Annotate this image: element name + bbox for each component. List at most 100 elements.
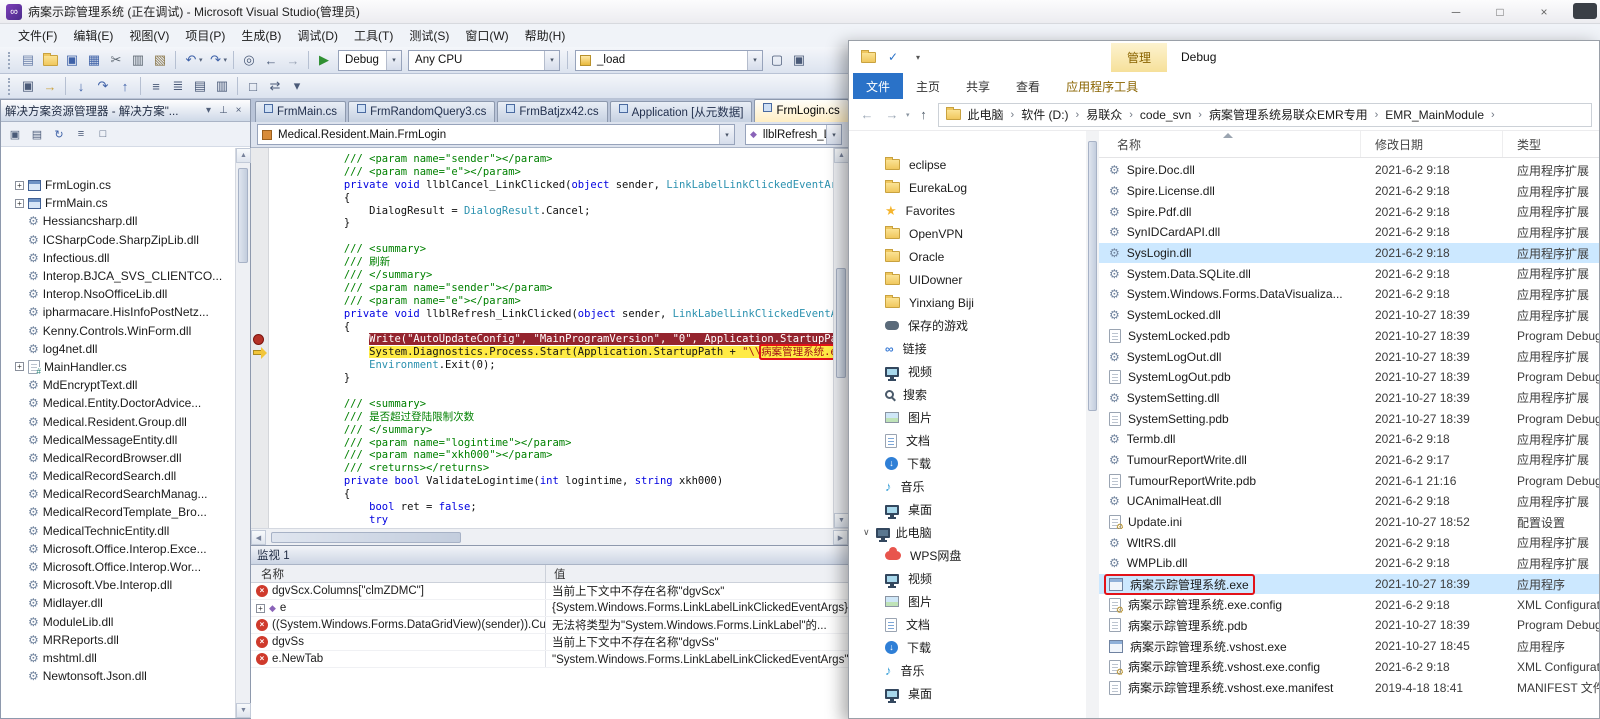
solution-tree-item[interactable]: ⚙ MedicalRecordSearchManag...	[1, 485, 235, 503]
navigate-forward-icon[interactable]: →	[282, 49, 304, 71]
close-button[interactable]: ×	[1522, 1, 1566, 22]
file-row[interactable]: ⚙ System.Windows.Forms.DataVisualiza... 20…	[1099, 284, 1599, 305]
file-row[interactable]: Update.ini 2021-10-27 18:52 配置设置	[1099, 512, 1599, 533]
ribbon-tab[interactable]: 共享	[953, 73, 1003, 99]
sidebar-item[interactable]: OpenVPN	[849, 222, 1086, 245]
sidebar-item[interactable]: 图片	[849, 590, 1086, 613]
chevron-down-icon[interactable]: ▾	[826, 125, 841, 144]
solution-tree-item[interactable]: ⚙ MedicalTechnicEntity.dll	[1, 522, 235, 540]
breakpoint-margin[interactable]	[251, 359, 268, 372]
file-row[interactable]: 病案示踪管理系统.vshost.exe.manifest 2019-4-18 18…	[1099, 677, 1599, 698]
file-row[interactable]: ⚙ Spire.Pdf.dll 2021-6-2 9:18 应用程序扩展	[1099, 201, 1599, 222]
solution-tree-item[interactable]: ⚙ MedicalRecordBrowser.dll	[1, 449, 235, 467]
solution-tree-item[interactable]: ⚙ ipharmacare.HisInfoPostNetz...	[1, 303, 235, 321]
breakpoint-margin[interactable]	[251, 179, 268, 192]
expander-icon[interactable]: +	[256, 603, 265, 613]
solution-tree-item[interactable]: ⚙ MedicalMessageEntity.dll	[1, 431, 235, 449]
solution-tree-item[interactable]: ⚙ ModuleLib.dll	[1, 613, 235, 631]
sidebar-item[interactable]: 桌面	[849, 498, 1086, 521]
bookmark-icon[interactable]: □	[242, 75, 264, 97]
solution-tree-item[interactable]: ⚙ Infectious.dll	[1, 249, 235, 267]
solution-tree-item[interactable]: ⚙ MRReports.dll	[1, 631, 235, 649]
sidebar-item[interactable]: ↓ 下载	[849, 636, 1086, 659]
breakpoint-margin[interactable]	[251, 488, 268, 501]
navigation-scrollbar[interactable]	[1086, 131, 1099, 718]
menu-item[interactable]: 调试(D)	[289, 24, 346, 47]
manage-contextual-tab[interactable]: 管理	[1111, 43, 1167, 72]
breakpoint-margin[interactable]	[251, 398, 268, 411]
breakpoint-margin[interactable]	[251, 321, 268, 334]
file-row[interactable]: ⚙ Spire.Doc.dll 2021-6-2 9:18 应用程序扩展	[1099, 160, 1599, 181]
watch-row[interactable]: + ◆ e {System.Windows.Forms.LinkLabelLinkCl…	[251, 600, 848, 617]
menu-item[interactable]: 帮助(H)	[517, 24, 574, 47]
solution-tree-item[interactable]: ⚙ Midlayer.dll	[1, 594, 235, 612]
breakpoint-margin[interactable]	[251, 217, 268, 230]
step-over-icon[interactable]: ↷	[92, 75, 114, 97]
sidebar-item[interactable]: ∨ 此电脑	[849, 521, 1086, 544]
breakpoint-margin[interactable]	[251, 192, 268, 205]
breakpoint-icon[interactable]	[253, 334, 264, 346]
solution-tree-item[interactable]: ⚙ MedicalRecordSearch.dll	[1, 467, 235, 485]
vs-titlebar[interactable]: ∞ 病案示踪管理系统 (正在调试) - Microsoft Visual Stu…	[0, 0, 1600, 24]
watch-title[interactable]: 监视 1	[251, 546, 848, 565]
breakpoint-margin[interactable]	[251, 346, 268, 360]
breakpoint-margin[interactable]	[251, 166, 268, 179]
ribbon-tab[interactable]: 文件	[853, 73, 904, 99]
member-dropdown[interactable]: ◆ llblRefresh_L ▾	[745, 124, 842, 145]
sidebar-item[interactable]: UIDowner	[849, 268, 1086, 291]
breakpoint-margin[interactable]	[251, 333, 268, 346]
scroll-thumb[interactable]	[1088, 141, 1097, 411]
watch-row[interactable]: × e.NewTab "System.Windows.Forms.LinkLabel…	[251, 651, 848, 668]
scroll-down-icon[interactable]: ▼	[236, 703, 251, 718]
file-row[interactable]: SystemSetting.pdb 2021-10-27 18:39 Program…	[1099, 408, 1599, 429]
chevron-down-icon[interactable]: ▾	[719, 125, 734, 144]
outdent-icon[interactable]: ≣	[167, 75, 189, 97]
menu-item[interactable]: 窗口(W)	[457, 24, 516, 47]
maximize-button[interactable]: □	[1478, 1, 1522, 22]
debug-configuration-combo[interactable]: Debug ▾	[338, 49, 403, 71]
file-row[interactable]: ⚙ SystemLogOut.dll 2021-10-27 18:39 应用程序扩展	[1099, 346, 1599, 367]
breakpoint-margin[interactable]	[251, 205, 268, 218]
uncomment-icon[interactable]: ▥	[211, 75, 233, 97]
solution-tree-item[interactable]: ⚙ Interop.NsoOfficeLib.dll	[1, 285, 235, 303]
breakpoint-margin[interactable]	[251, 449, 268, 462]
view-code-icon[interactable]: ≡	[71, 124, 91, 144]
bookmark-next-icon[interactable]: ⇄	[264, 75, 286, 97]
breakpoint-margin[interactable]	[251, 243, 268, 256]
breakpoint-margin[interactable]	[251, 437, 268, 450]
check-icon[interactable]: ✓	[884, 48, 902, 66]
start-debug-button[interactable]: ▶	[313, 49, 335, 71]
sidebar-item[interactable]: eclipse	[849, 153, 1086, 176]
breadcrumb-item[interactable]: 软件 (D:)	[1015, 106, 1074, 123]
find-next-icon[interactable]: ▢	[766, 49, 788, 71]
file-row[interactable]: ⚙ System.Data.SQLite.dll 2021-6-2 9:18 应用程序…	[1099, 263, 1599, 284]
save-icon[interactable]: ▣	[61, 49, 83, 71]
ribbon-tab[interactable]: 主页	[903, 73, 953, 99]
indent-icon[interactable]: ≡	[145, 75, 167, 97]
editor-tab[interactable]: FrmRandomQuery3.cs	[348, 101, 496, 122]
platform-combo[interactable]: Any CPU ▾	[408, 49, 561, 71]
breadcrumb-item[interactable]: code_svn	[1134, 108, 1197, 122]
watch-row[interactable]: × ((System.Windows.Forms.DataGridView)(se…	[251, 617, 848, 634]
editor-tab[interactable]: FrmBatjzx42.cs	[497, 101, 608, 122]
file-row[interactable]: ⚙ Termb.dll 2021-6-2 9:18 应用程序扩展	[1099, 429, 1599, 450]
scroll-thumb[interactable]	[271, 532, 461, 543]
dropdown-icon[interactable]: ▾	[201, 103, 216, 118]
file-row[interactable]: SystemLocked.pdb 2021-10-27 18:39 Program …	[1099, 326, 1599, 347]
breadcrumb-item[interactable]: 易联众	[1080, 106, 1128, 123]
chevron-down-icon[interactable]: ▾	[199, 56, 203, 64]
editor-vertical-scrollbar[interactable]: ▲ ▼	[833, 148, 849, 528]
breakpoint-margin[interactable]	[251, 411, 268, 424]
solution-tree-item[interactable]: ⚙ Microsoft.Office.Interop.Exce...	[1, 540, 235, 558]
paste-icon[interactable]: ▧	[149, 49, 171, 71]
chevron-expanded-icon[interactable]: ∨	[863, 527, 870, 538]
file-row[interactable]: ⚙ WltRS.dll 2021-6-2 9:18 应用程序扩展	[1099, 532, 1599, 553]
editor-horizontal-scrollbar[interactable]: ◀ ▶	[251, 528, 848, 545]
breakpoint-margin[interactable]	[251, 501, 268, 514]
pin-icon[interactable]: ⊥	[216, 103, 231, 118]
file-row[interactable]: 病案示踪管理系统.exe.config 2021-6-2 9:18 XML Conf…	[1099, 594, 1599, 615]
expander-icon[interactable]: +	[15, 362, 24, 372]
scroll-up-icon[interactable]: ▲	[236, 148, 251, 163]
solution-tree-item[interactable]: ⚙ ICSharpCode.SharpZipLib.dll	[1, 231, 235, 249]
file-row[interactable]: ⚙ SynIDCardAPI.dll 2021-6-2 9:18 应用程序扩展	[1099, 222, 1599, 243]
